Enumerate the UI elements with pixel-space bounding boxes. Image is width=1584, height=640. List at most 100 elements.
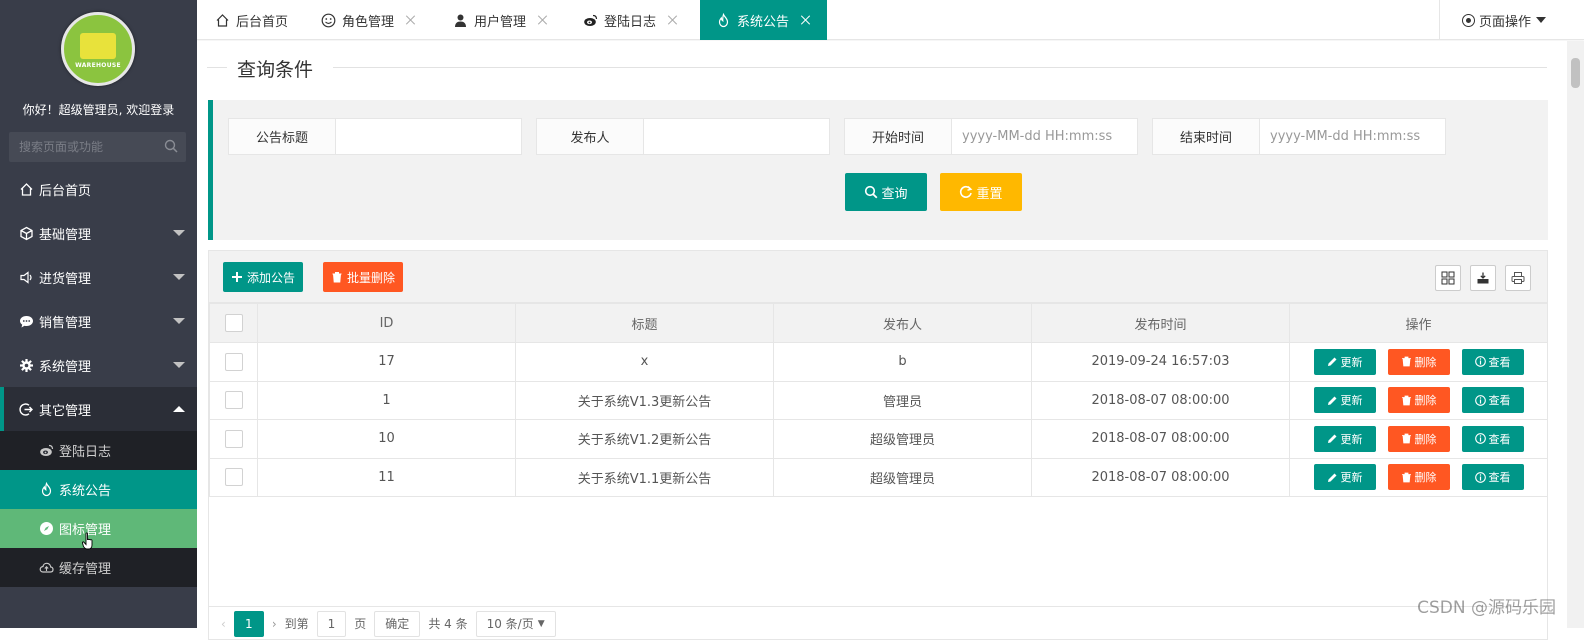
sidebar-item-home[interactable]: 后台首页: [0, 167, 197, 211]
cell-actions: 更新 删除 查看: [1289, 342, 1548, 382]
sidebar-subitem-label: 登陆日志: [59, 445, 112, 460]
sidebar-item-sales[interactable]: 销售管理: [0, 299, 197, 343]
publisher-filter-input[interactable]: [644, 119, 829, 154]
prev-page-icon[interactable]: ‹: [221, 611, 226, 637]
sidebar-subitem-login-log[interactable]: 登陆日志: [0, 431, 197, 470]
view-button[interactable]: 查看: [1461, 425, 1524, 452]
sidebar-subitem-cache[interactable]: 缓存管理: [0, 548, 197, 587]
end-time-input[interactable]: [1260, 119, 1445, 154]
tab-role-management[interactable]: 角色管理: [321, 0, 416, 40]
publisher-filter: 发布人: [536, 118, 830, 155]
cube-icon: [19, 226, 34, 241]
goto-page-input[interactable]: 1: [316, 610, 347, 637]
announcement-table-panel: 添加公告 批量删除 ID 标题 发布人 发布时间 操作 17 x b 2019-…: [208, 250, 1548, 640]
smile-icon: [321, 13, 336, 28]
column-header-id[interactable]: ID: [257, 303, 516, 343]
cell-id: 17: [257, 342, 516, 382]
sidebar-item-label: 销售管理: [39, 315, 92, 331]
update-label: 更新: [1340, 471, 1363, 485]
mouse-cursor-hand-icon: [82, 532, 93, 550]
close-icon[interactable]: [538, 15, 548, 25]
view-button[interactable]: 查看: [1461, 387, 1524, 414]
batch-delete-button[interactable]: 批量删除: [323, 262, 404, 292]
trash-icon: [1401, 472, 1412, 483]
tab-user-management[interactable]: 用户管理: [453, 0, 548, 40]
goto-suffix: 页: [354, 617, 367, 631]
tab-announcement[interactable]: 系统公告: [700, 0, 828, 40]
row-checkbox[interactable]: [224, 429, 243, 448]
column-header-time[interactable]: 发布时间: [1031, 303, 1290, 343]
goto-confirm-button[interactable]: 确定: [374, 610, 421, 637]
table-row: 1 关于系统V1.3更新公告 管理员 2018-08-07 08:00:00 更新 删除 查…: [209, 380, 1548, 420]
page-number-current[interactable]: 1: [233, 610, 264, 637]
column-header-publisher[interactable]: 发布人: [773, 303, 1032, 343]
view-button[interactable]: 查看: [1461, 464, 1524, 491]
caret-down-icon: [1536, 17, 1547, 23]
trash-icon: [1401, 395, 1412, 406]
sidebar-item-purchase[interactable]: 进货管理: [0, 255, 197, 299]
sidebar-search-input[interactable]: [9, 132, 186, 162]
sidebar-subitem-icons[interactable]: 图标管理: [0, 509, 197, 548]
sidebar-item-label: 基础管理: [39, 227, 92, 243]
select-all-checkbox[interactable]: [224, 314, 243, 332]
edit-icon: [1327, 395, 1338, 406]
cell-actions: 更新 删除 查看: [1289, 457, 1548, 497]
per-page-select[interactable]: 10 条/页 ▼: [475, 610, 556, 637]
search-icon[interactable]: [164, 139, 178, 153]
chat-icon: [19, 314, 34, 329]
view-label: 查看: [1488, 394, 1511, 408]
print-icon[interactable]: [1505, 265, 1531, 291]
row-checkbox[interactable]: [224, 391, 243, 410]
delete-button[interactable]: 删除: [1387, 348, 1450, 375]
close-icon[interactable]: [668, 15, 678, 25]
sidebar-item-system[interactable]: 系统管理: [0, 343, 197, 387]
close-icon[interactable]: [801, 15, 811, 25]
exit-icon: [19, 402, 34, 417]
weibo-icon: [39, 443, 54, 458]
delete-label: 删除: [1414, 394, 1437, 408]
column-header-title[interactable]: 标题: [515, 303, 774, 343]
next-page-icon[interactable]: ›: [272, 611, 277, 637]
scrollbar-thumb[interactable]: [1571, 58, 1580, 88]
sidebar-item-other[interactable]: 其它管理: [0, 387, 197, 431]
close-icon[interactable]: [406, 15, 416, 25]
delete-button[interactable]: 删除: [1387, 464, 1450, 491]
search-button[interactable]: 查询: [845, 173, 927, 211]
vertical-scrollbar[interactable]: [1567, 41, 1584, 628]
export-icon[interactable]: [1470, 265, 1496, 291]
cell-publisher: 超级管理员: [773, 457, 1032, 497]
view-label: 查看: [1488, 432, 1511, 446]
row-checkbox[interactable]: [224, 468, 243, 487]
page-operations-dropdown[interactable]: 页面操作: [1439, 0, 1584, 40]
update-button[interactable]: 更新: [1313, 348, 1376, 375]
columns-filter-icon[interactable]: [1435, 265, 1461, 291]
update-button[interactable]: 更新: [1313, 464, 1376, 491]
tab-login-log[interactable]: 登陆日志: [583, 0, 678, 40]
edit-icon: [1327, 356, 1338, 367]
info-icon: [1474, 394, 1486, 406]
trash-icon: [1401, 433, 1412, 444]
sidebar-item-basic[interactable]: 基础管理: [0, 211, 197, 255]
delete-button[interactable]: 删除: [1387, 425, 1450, 452]
row-checkbox[interactable]: [224, 352, 243, 371]
row-select-cell: [209, 457, 258, 497]
update-button[interactable]: 更新: [1313, 425, 1376, 452]
reset-button[interactable]: 重置: [940, 173, 1022, 211]
start-time-input[interactable]: [952, 119, 1137, 154]
sidebar: WAREHOUSE 你好！超级管理员, 欢迎登录 后台首页 基础管理 进货管理 …: [0, 0, 197, 628]
add-announcement-button[interactable]: 添加公告: [223, 262, 304, 292]
end-time-label: 结束时间: [1152, 118, 1260, 155]
title-filter-input[interactable]: [336, 119, 521, 154]
sidebar-subitem-announcement[interactable]: 系统公告: [0, 470, 197, 509]
search-button-label: 查询: [881, 186, 908, 202]
info-icon: [1474, 433, 1486, 445]
total-count: 共 4 条: [428, 617, 468, 631]
view-button[interactable]: 查看: [1461, 348, 1524, 375]
update-button[interactable]: 更新: [1313, 387, 1376, 414]
table-body: 17 x b 2019-09-24 16:57:03 更新 删除 查看 1 关于系统V1.3更新…: [209, 342, 1548, 497]
tab-home[interactable]: 后台首页: [215, 0, 288, 40]
update-label: 更新: [1340, 394, 1363, 408]
cell-actions: 更新 删除 查看: [1289, 419, 1548, 459]
delete-button[interactable]: 删除: [1387, 387, 1450, 414]
divider: [207, 67, 227, 68]
